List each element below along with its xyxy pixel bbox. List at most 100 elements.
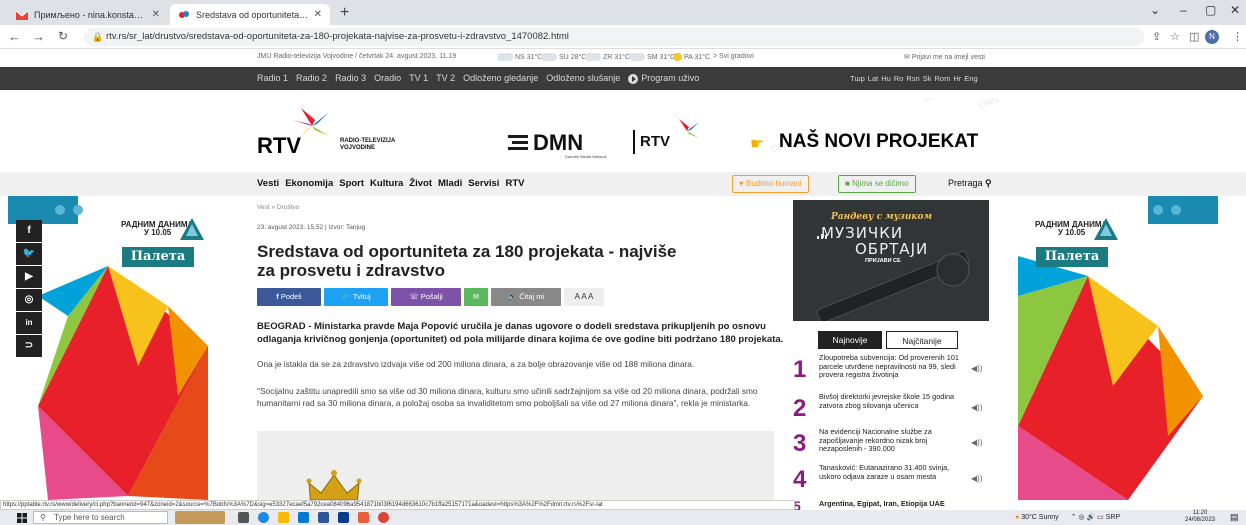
instagram-icon[interactable]: ◎ bbox=[16, 289, 42, 311]
reload-icon[interactable]: ↻ bbox=[58, 29, 68, 43]
budimo-humani-button[interactable]: ♥ Budimo humani bbox=[732, 175, 809, 193]
weather-zr[interactable]: ZR 31°C bbox=[585, 53, 630, 61]
close-window-button[interactable]: ✕ bbox=[1230, 3, 1240, 17]
dmn-logo[interactable]: DMN bbox=[533, 130, 583, 156]
nav-rtv[interactable]: RTV bbox=[505, 178, 524, 189]
weather-sm[interactable]: SM 31°C bbox=[629, 53, 675, 61]
lang-eng[interactable]: Eng bbox=[964, 74, 977, 83]
nav-zivot[interactable]: Život bbox=[409, 178, 432, 189]
weather-pa[interactable]: PA 31°C bbox=[673, 53, 710, 61]
nav-live[interactable]: Program uživo bbox=[628, 73, 707, 84]
tray-weather[interactable]: 30°C Sunny bbox=[1021, 514, 1058, 521]
paint-icon[interactable] bbox=[358, 512, 369, 523]
nav-vesti[interactable]: Vesti bbox=[257, 178, 279, 189]
lang-rom[interactable]: Rom bbox=[935, 74, 951, 83]
nav-odlozeno-slusanje[interactable]: Odloženo slušanje bbox=[546, 73, 620, 83]
tray-volume-icon[interactable]: 🔊 bbox=[1086, 514, 1095, 521]
lang-sk[interactable]: Sk bbox=[923, 74, 932, 83]
nav-radio2[interactable]: Radio 2 bbox=[296, 73, 327, 83]
nav-ekonomija[interactable]: Ekonomija bbox=[285, 178, 333, 189]
weather-su[interactable]: SU 28°C bbox=[541, 53, 586, 61]
nav-oradio[interactable]: Oradio bbox=[374, 73, 401, 83]
font-size-control[interactable]: A A A bbox=[564, 288, 604, 306]
breadcrumb[interactable]: Vest » Društvo bbox=[257, 204, 299, 211]
edge-icon[interactable] bbox=[258, 512, 269, 523]
newsletter-link[interactable]: ✉ Prijavi me na imejl vesti bbox=[904, 53, 985, 61]
left-ad-banner[interactable]: f 🐦 ▶ ◎ in ⊃ РАДНИМ ДАНИМА У 10.05 Палет… bbox=[8, 196, 208, 500]
task-view-icon[interactable] bbox=[238, 512, 249, 523]
nav-servisi[interactable]: Servisi bbox=[468, 178, 499, 189]
profile-avatar[interactable]: N bbox=[1205, 30, 1219, 44]
rss-icon[interactable]: ⊃ bbox=[16, 335, 42, 357]
nav-mladi[interactable]: Mladi bbox=[438, 178, 462, 189]
tray-display-icon[interactable]: ▭ bbox=[1097, 514, 1104, 521]
nav-radio3[interactable]: Radio 3 bbox=[335, 73, 366, 83]
word-icon[interactable] bbox=[318, 512, 329, 523]
nav-odlozeno-gledanje[interactable]: Odloženo gledanje bbox=[463, 73, 538, 83]
news-item[interactable]: 5 Argentina, Egipat, Iran, Etiopija UAE bbox=[793, 500, 989, 510]
speaker-icon[interactable]: ◀)) bbox=[971, 364, 982, 373]
read-aloud-button[interactable]: 🔈 Čitaj mi bbox=[491, 288, 561, 306]
lang-lat[interactable]: Lat bbox=[868, 74, 878, 83]
right-ad-banner[interactable]: РАДНИМ ДАНИМА У 10.05 Палета bbox=[1018, 196, 1218, 500]
chrome-icon[interactable] bbox=[378, 512, 389, 523]
njima-se-dicimo-button[interactable]: ■ Njima se dičimo bbox=[838, 175, 916, 193]
tray-chevron-icon[interactable]: ⌃ bbox=[1071, 514, 1077, 521]
tray-network-icon[interactable]: ◎ bbox=[1078, 514, 1084, 521]
news-item[interactable]: 2 Bivšoj direktorki jevrejske škole 15 g… bbox=[793, 392, 989, 429]
mail-app-icon[interactable] bbox=[298, 512, 309, 523]
lang-rsn[interactable]: Rsn bbox=[906, 74, 919, 83]
nav-radio1[interactable]: Radio 1 bbox=[257, 73, 288, 83]
tab-najcitanije[interactable]: Najčitanije bbox=[886, 331, 958, 349]
notifications-icon[interactable]: ▤ bbox=[1230, 512, 1239, 523]
facebook-share-button[interactable]: f Podeli bbox=[257, 288, 321, 306]
speaker-icon[interactable]: ◀)) bbox=[971, 403, 982, 412]
taskbar-clock[interactable]: 11:20 24/08/2023 bbox=[1185, 510, 1215, 524]
new-tab-button[interactable]: + bbox=[340, 4, 349, 22]
tab-rtv[interactable]: Sredstava od oportuniteta za 180 ✕ bbox=[170, 4, 330, 25]
nav-sport[interactable]: Sport bbox=[339, 178, 364, 189]
taskbar-search-input[interactable]: ⚲ Type here to search bbox=[33, 511, 168, 524]
share-icon[interactable]: ⇪ bbox=[1152, 30, 1161, 43]
all-cities-link[interactable]: > Svi gradovi bbox=[713, 53, 754, 60]
lang-cyr[interactable]: Тшр bbox=[850, 74, 865, 83]
close-tab-icon[interactable]: ✕ bbox=[152, 9, 160, 20]
email-share-button[interactable]: ✉ bbox=[464, 288, 488, 306]
forward-icon[interactable]: → bbox=[32, 29, 45, 44]
tray-lang[interactable]: SRP bbox=[1106, 514, 1120, 521]
tab-gmail[interactable]: Примљено - nina.konstantinidis ✕ bbox=[8, 4, 168, 25]
nav-kultura[interactable]: Kultura bbox=[370, 178, 403, 189]
side-panel-icon[interactable]: ◫ bbox=[1189, 30, 1199, 43]
twitter-icon[interactable]: 🐦 bbox=[16, 243, 42, 265]
back-icon[interactable]: ← bbox=[8, 29, 21, 44]
tab-search-icon[interactable]: ⌄ bbox=[1150, 3, 1160, 17]
taskbar-landscape-widget[interactable] bbox=[175, 511, 225, 524]
lang-ro[interactable]: Ro bbox=[894, 74, 904, 83]
twitter-share-button[interactable]: 🐦 Tvituj bbox=[324, 288, 388, 306]
maximize-button[interactable]: ▢ bbox=[1205, 3, 1216, 17]
speaker-icon[interactable]: ◀)) bbox=[971, 438, 982, 447]
news-item[interactable]: 1 Zloupotreba subvencija: Od proverenih … bbox=[793, 353, 989, 390]
speaker-icon[interactable]: ◀)) bbox=[971, 474, 982, 483]
url-input[interactable]: 🔒 rtv.rs/sr_lat/drustvo/sredstava-od-opo… bbox=[84, 28, 1144, 46]
project-banner[interactable]: NAŠ NOVI PROJEKAT bbox=[779, 131, 978, 153]
minimize-button[interactable]: – bbox=[1180, 3, 1187, 17]
nav-tv2[interactable]: TV 2 bbox=[436, 73, 455, 83]
close-tab-icon[interactable]: ✕ bbox=[314, 9, 322, 20]
file-explorer-icon[interactable] bbox=[278, 512, 289, 523]
calculator-icon[interactable] bbox=[338, 512, 349, 523]
tab-najnovije[interactable]: Najnovije bbox=[818, 331, 882, 349]
youtube-icon[interactable]: ▶ bbox=[16, 266, 42, 288]
viber-share-button[interactable]: ☏ Pošalji bbox=[391, 288, 461, 306]
music-ad[interactable]: Рандеву с музиком МУЗИЧКИ ОБРТАЈИ ПРИЈАВ… bbox=[793, 200, 989, 321]
facebook-icon[interactable]: f bbox=[16, 220, 42, 242]
bookmark-star-icon[interactable]: ☆ bbox=[1170, 30, 1180, 43]
search-button[interactable]: Pretraga ⚲ bbox=[948, 178, 992, 189]
news-item[interactable]: 3 Na evidenciji Nacionalne službe za zap… bbox=[793, 427, 989, 464]
linkedin-icon[interactable]: in bbox=[16, 312, 42, 334]
menu-dots-icon[interactable]: ⋮ bbox=[1232, 30, 1243, 43]
windows-start-icon[interactable] bbox=[17, 513, 27, 523]
lang-hr[interactable]: Hr bbox=[953, 74, 961, 83]
nav-tv1[interactable]: TV 1 bbox=[409, 73, 428, 83]
lang-hu[interactable]: Hu bbox=[881, 74, 891, 83]
